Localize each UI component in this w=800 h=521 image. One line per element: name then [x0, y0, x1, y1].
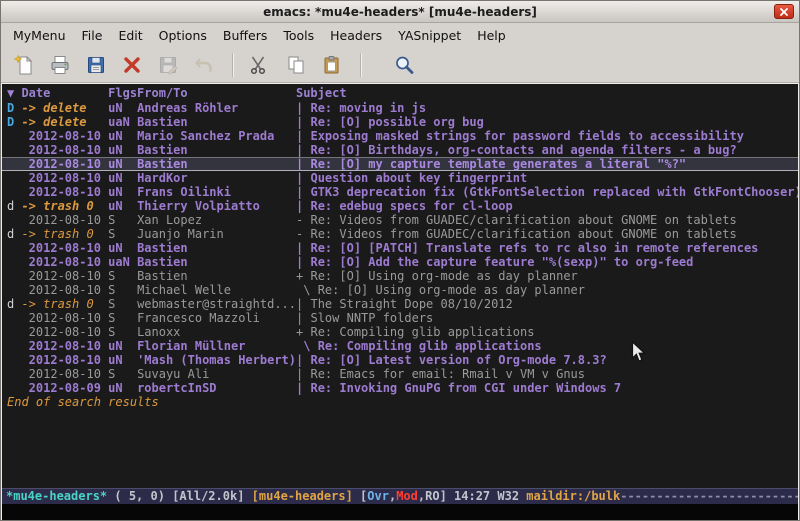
message-row[interactable]: d -> trash 0 S Juanjo Marin - Re: Videos…: [2, 227, 798, 241]
message-row[interactable]: 2012-08-10 uN Bastien | Re: [O] Birthday…: [2, 143, 798, 157]
copy-icon: [285, 54, 307, 76]
title-bar: emacs: *mu4e-headers* [mu4e-headers]: [1, 1, 799, 23]
close-icon: [779, 7, 789, 17]
message-row[interactable]: D -> delete uN Andreas Röhler | Re: movi…: [2, 101, 798, 115]
echo-area: [2, 504, 798, 520]
new-file-button[interactable]: [7, 50, 40, 80]
end-of-search-results: End of search results: [2, 395, 798, 409]
mode-line[interactable]: *mu4e-headers* ( 5, 0) [All/2.0k] [mu4e-…: [2, 488, 798, 504]
message-row[interactable]: d -> trash 0 uN Thierry Volpiatto | Re: …: [2, 199, 798, 213]
emacs-frame: ▼ Date FlgsFrom/To Subject D -> delete u…: [1, 83, 799, 520]
menu-bar: MyMenuFileEditOptionsBuffersToolsHeaders…: [1, 23, 799, 47]
menu-buffers[interactable]: Buffers: [215, 25, 275, 46]
menu-file[interactable]: File: [74, 25, 111, 46]
undo-button[interactable]: [187, 50, 220, 80]
window-title: emacs: *mu4e-headers* [mu4e-headers]: [1, 5, 799, 19]
menu-options[interactable]: Options: [151, 25, 215, 46]
message-row[interactable]: 2012-08-10 S Lanoxx + Re: Compiling glib…: [2, 325, 798, 339]
paste-button[interactable]: [315, 50, 348, 80]
menu-yasnippet[interactable]: YASnippet: [390, 25, 469, 46]
save-as-icon: [157, 54, 179, 76]
message-list: D -> delete uN Andreas Röhler | Re: movi…: [2, 101, 798, 395]
message-row[interactable]: D -> delete uaN Bastien | Re: [O] possib…: [2, 115, 798, 129]
message-row[interactable]: 2012-08-10 uN Mario Sanchez Prada | Expo…: [2, 129, 798, 143]
close-button[interactable]: [774, 4, 794, 19]
toolbar: [1, 47, 799, 83]
toolbar-separator: [360, 53, 362, 77]
modeline-cursor-pos: ( 5, 0): [107, 489, 172, 503]
cut-scissors-icon: [249, 54, 271, 76]
message-row[interactable]: d -> trash 0 S webmaster@straightd...| T…: [2, 297, 798, 311]
undo-icon: [193, 54, 215, 76]
menu-help[interactable]: Help: [469, 25, 514, 46]
message-row[interactable]: 2012-08-10 uN Florian Müllner \ Re: Comp…: [2, 339, 798, 353]
menu-tools[interactable]: Tools: [275, 25, 322, 46]
message-row[interactable]: 2012-08-10 uN 'Mash (Thomas Herbert)| Re…: [2, 353, 798, 367]
save-as-button[interactable]: [151, 50, 184, 80]
message-row[interactable]: 2012-08-10 uaN Bastien | Re: [O] Add the…: [2, 255, 798, 269]
message-row[interactable]: 2012-08-10 S Xan Lopez - Re: Videos from…: [2, 213, 798, 227]
cut-button[interactable]: [243, 50, 276, 80]
message-row[interactable]: 2012-08-10 uN Bastien | Re: [O] my captu…: [2, 157, 798, 171]
modeline-range: [All/2.0k]: [172, 489, 251, 503]
message-row[interactable]: 2012-08-10 uN Bastien | Re: [O] [PATCH] …: [2, 241, 798, 255]
new-file-icon: [13, 54, 35, 76]
message-row[interactable]: 2012-08-09 uN robertcInSD | Re: Invoking…: [2, 381, 798, 395]
modeline-flag-ovr: Ovr: [367, 489, 389, 503]
message-row[interactable]: 2012-08-10 uN Frans Oilinki | GTK3 depre…: [2, 185, 798, 199]
buffer-empty-area: [2, 409, 798, 488]
kill-buffer-button[interactable]: [115, 50, 148, 80]
mu4e-headers-buffer: ▼ Date FlgsFrom/To Subject D -> delete u…: [2, 84, 798, 488]
modeline-flag-mod: Mod: [396, 489, 418, 503]
modeline-clock: 14:27: [454, 489, 497, 503]
print-button[interactable]: [43, 50, 76, 80]
modeline-buffer-name: *mu4e-headers*: [6, 489, 107, 503]
modeline-filler-dashes: ----------------------------------------…: [620, 489, 798, 503]
print-icon: [49, 54, 71, 76]
save-button[interactable]: [79, 50, 112, 80]
modeline-major-mode: [mu4e-headers]: [252, 489, 360, 503]
message-row[interactable]: 2012-08-10 S Suvayu Ali | Re: Emacs for …: [2, 367, 798, 381]
message-row[interactable]: 2012-08-10 S Bastien + Re: [O] Using org…: [2, 269, 798, 283]
copy-button[interactable]: [279, 50, 312, 80]
close-x-icon: [121, 54, 143, 76]
emacs-window: emacs: *mu4e-headers* [mu4e-headers] MyM…: [0, 0, 800, 521]
message-row[interactable]: 2012-08-10 uN HardKor | Question about k…: [2, 171, 798, 185]
menu-edit[interactable]: Edit: [110, 25, 150, 46]
menu-headers[interactable]: Headers: [322, 25, 390, 46]
modeline-flag-ro: RO: [425, 489, 439, 503]
toolbar-separator: [232, 53, 234, 77]
message-row[interactable]: 2012-08-10 S Michael Welle \ Re: [O] Usi…: [2, 283, 798, 297]
modeline-window-id: W32: [497, 489, 526, 503]
modeline-flags-close: ]: [440, 489, 454, 503]
search-magnifier-icon: [393, 54, 415, 76]
save-icon: [85, 54, 107, 76]
menu-mymenu[interactable]: MyMenu: [5, 25, 74, 46]
search-button[interactable]: [387, 50, 420, 80]
message-row[interactable]: 2012-08-10 S Francesco Mazzoli | Slow NN…: [2, 311, 798, 325]
paste-clipboard-icon: [321, 54, 343, 76]
header-line: ▼ Date FlgsFrom/To Subject: [2, 86, 798, 101]
modeline-maildir: maildir:/bulk: [526, 489, 620, 503]
